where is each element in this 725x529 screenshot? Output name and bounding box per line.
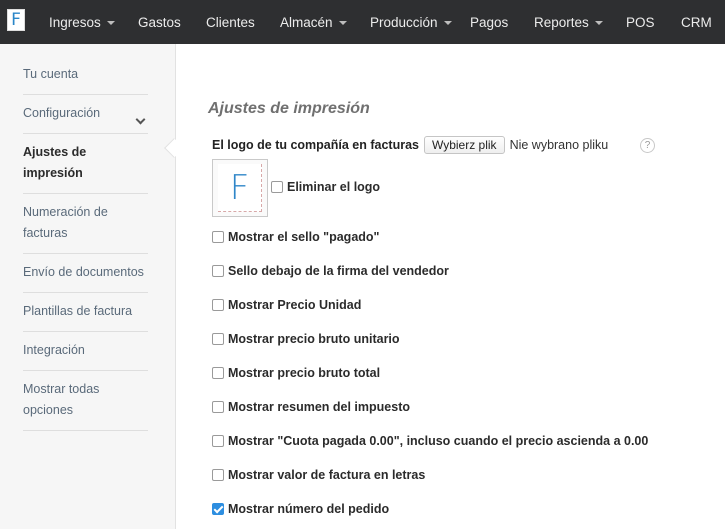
nav-item-clientes[interactable]: Clientes xyxy=(206,0,255,44)
print-option-row[interactable]: Mostrar precio bruto total xyxy=(212,365,380,381)
print-option-label: Mostrar precio bruto total xyxy=(228,366,381,380)
app-logo[interactable]: F xyxy=(7,9,25,31)
print-option-checkbox[interactable] xyxy=(212,231,224,243)
settings-sidebar: Tu cuenta Configuración Ajustes de impre… xyxy=(0,44,176,529)
logo-letter: F xyxy=(11,9,21,30)
sidebar-item-label: Configuración xyxy=(23,106,101,120)
sidebar-item-label: Tu cuenta xyxy=(23,67,79,81)
nav-label: Reportes xyxy=(534,14,589,30)
print-option-row[interactable]: Sello debajo de la firma del vendedor xyxy=(212,263,449,279)
page-title: Ajustes de impresión xyxy=(208,100,370,117)
nav-label: Producción xyxy=(370,14,438,30)
nav-label: Ingresos xyxy=(49,14,101,30)
print-option-checkbox[interactable] xyxy=(212,333,224,345)
print-option-label: Mostrar el sello "pagado" xyxy=(228,230,380,244)
print-option-label: Mostrar "Cuota pagada 0.00", incluso cua… xyxy=(228,434,649,448)
nav-item-almacen[interactable]: Almacén xyxy=(280,0,347,44)
nav-label: CRM xyxy=(681,14,712,30)
nav-item-pagos[interactable]: Pagos xyxy=(470,0,508,44)
print-option-label: Mostrar precio bruto unitario xyxy=(228,332,400,346)
nav-item-ingresos[interactable]: Ingresos xyxy=(49,0,115,44)
print-option-row[interactable]: Mostrar resumen del impuesto xyxy=(212,399,410,415)
nav-label: Clientes xyxy=(206,14,255,30)
sidebar-item-label: Ajustes de impresión xyxy=(23,145,87,180)
nav-item-crm[interactable]: CRM xyxy=(681,0,712,44)
sidebar-item-plantillas[interactable]: Plantillas de factura xyxy=(23,301,148,332)
caret-down-icon xyxy=(594,20,603,25)
sidebar-item-integracion[interactable]: Integración xyxy=(23,340,148,371)
file-status-text: Nie wybrano pliku xyxy=(509,138,609,152)
sidebar-item-tu-cuenta[interactable]: Tu cuenta xyxy=(23,64,148,95)
print-option-checkbox[interactable] xyxy=(212,503,224,515)
nav-label: Gastos xyxy=(138,14,181,30)
print-option-label: Mostrar Precio Unidad xyxy=(228,298,362,312)
sidebar-item-envio[interactable]: Envío de documentos xyxy=(23,262,148,293)
remove-logo-option[interactable]: Eliminar el logo xyxy=(271,179,380,195)
print-option-label: Sello debajo de la firma del vendedor xyxy=(228,264,449,278)
top-navbar: F Ingresos Gastos Clientes Almacén Produ… xyxy=(0,0,725,44)
print-option-row[interactable]: Mostrar Precio Unidad xyxy=(212,297,361,313)
sidebar-item-label: Envío de documentos xyxy=(23,265,144,279)
nav-label: Almacén xyxy=(280,14,333,30)
nav-label: POS xyxy=(626,14,655,30)
caret-down-icon xyxy=(443,20,452,25)
logo-preview-letter: F xyxy=(229,167,250,208)
logo-upload-label: El logo de tu compañía en facturas xyxy=(212,138,419,152)
nav-label: Pagos xyxy=(470,14,509,30)
sidebar-item-configuracion[interactable]: Configuración xyxy=(23,103,148,134)
sidebar-item-label: Numeración de facturas xyxy=(23,205,108,240)
caret-down-icon xyxy=(338,20,347,25)
sidebar-item-ajustes-impresion[interactable]: Ajustes de impresión xyxy=(23,142,148,194)
sidebar-item-label: Integración xyxy=(23,343,85,357)
print-option-row[interactable]: Mostrar precio bruto unitario xyxy=(212,331,400,347)
nav-item-gastos[interactable]: Gastos xyxy=(138,0,181,44)
sidebar-item-label: Plantillas de factura xyxy=(23,304,133,318)
choose-file-button[interactable]: Wybierz plik xyxy=(423,136,505,154)
sidebar-item-label: Mostrar todas opciones xyxy=(23,382,100,417)
nav-item-pos[interactable]: POS xyxy=(626,0,655,44)
sidebar-item-mostrar-todas[interactable]: Mostrar todas opciones xyxy=(23,379,148,431)
help-icon[interactable]: ? xyxy=(640,138,655,153)
nav-item-produccion[interactable]: Producción xyxy=(370,0,452,44)
remove-logo-label: Eliminar el logo xyxy=(287,180,381,194)
print-option-checkbox[interactable] xyxy=(212,265,224,277)
remove-logo-checkbox[interactable] xyxy=(271,181,283,193)
print-option-row[interactable]: Mostrar número del pedido xyxy=(212,501,389,517)
print-option-checkbox[interactable] xyxy=(212,299,224,311)
sidebar-item-numeracion[interactable]: Numeración de facturas xyxy=(23,202,148,254)
print-option-checkbox[interactable] xyxy=(212,435,224,447)
print-option-checkbox[interactable] xyxy=(212,367,224,379)
print-option-label: Mostrar resumen del impuesto xyxy=(228,400,410,414)
caret-down-icon xyxy=(106,20,115,25)
print-option-row[interactable]: Mostrar valor de factura en letras xyxy=(212,467,425,483)
logo-upload-row: El logo de tu compañía en facturas Wybie… xyxy=(212,136,608,154)
print-option-checkbox[interactable] xyxy=(212,469,224,481)
logo-preview: F xyxy=(212,159,268,217)
chevron-down-icon[interactable] xyxy=(135,114,146,125)
print-option-label: Mostrar valor de factura en letras xyxy=(228,468,426,482)
print-option-checkbox[interactable] xyxy=(212,401,224,413)
print-option-label: Mostrar número del pedido xyxy=(228,502,390,516)
nav-item-reportes[interactable]: Reportes xyxy=(534,0,603,44)
print-option-row[interactable]: Mostrar "Cuota pagada 0.00", incluso cua… xyxy=(212,433,648,449)
print-option-row[interactable]: Mostrar el sello "pagado" xyxy=(212,229,379,245)
